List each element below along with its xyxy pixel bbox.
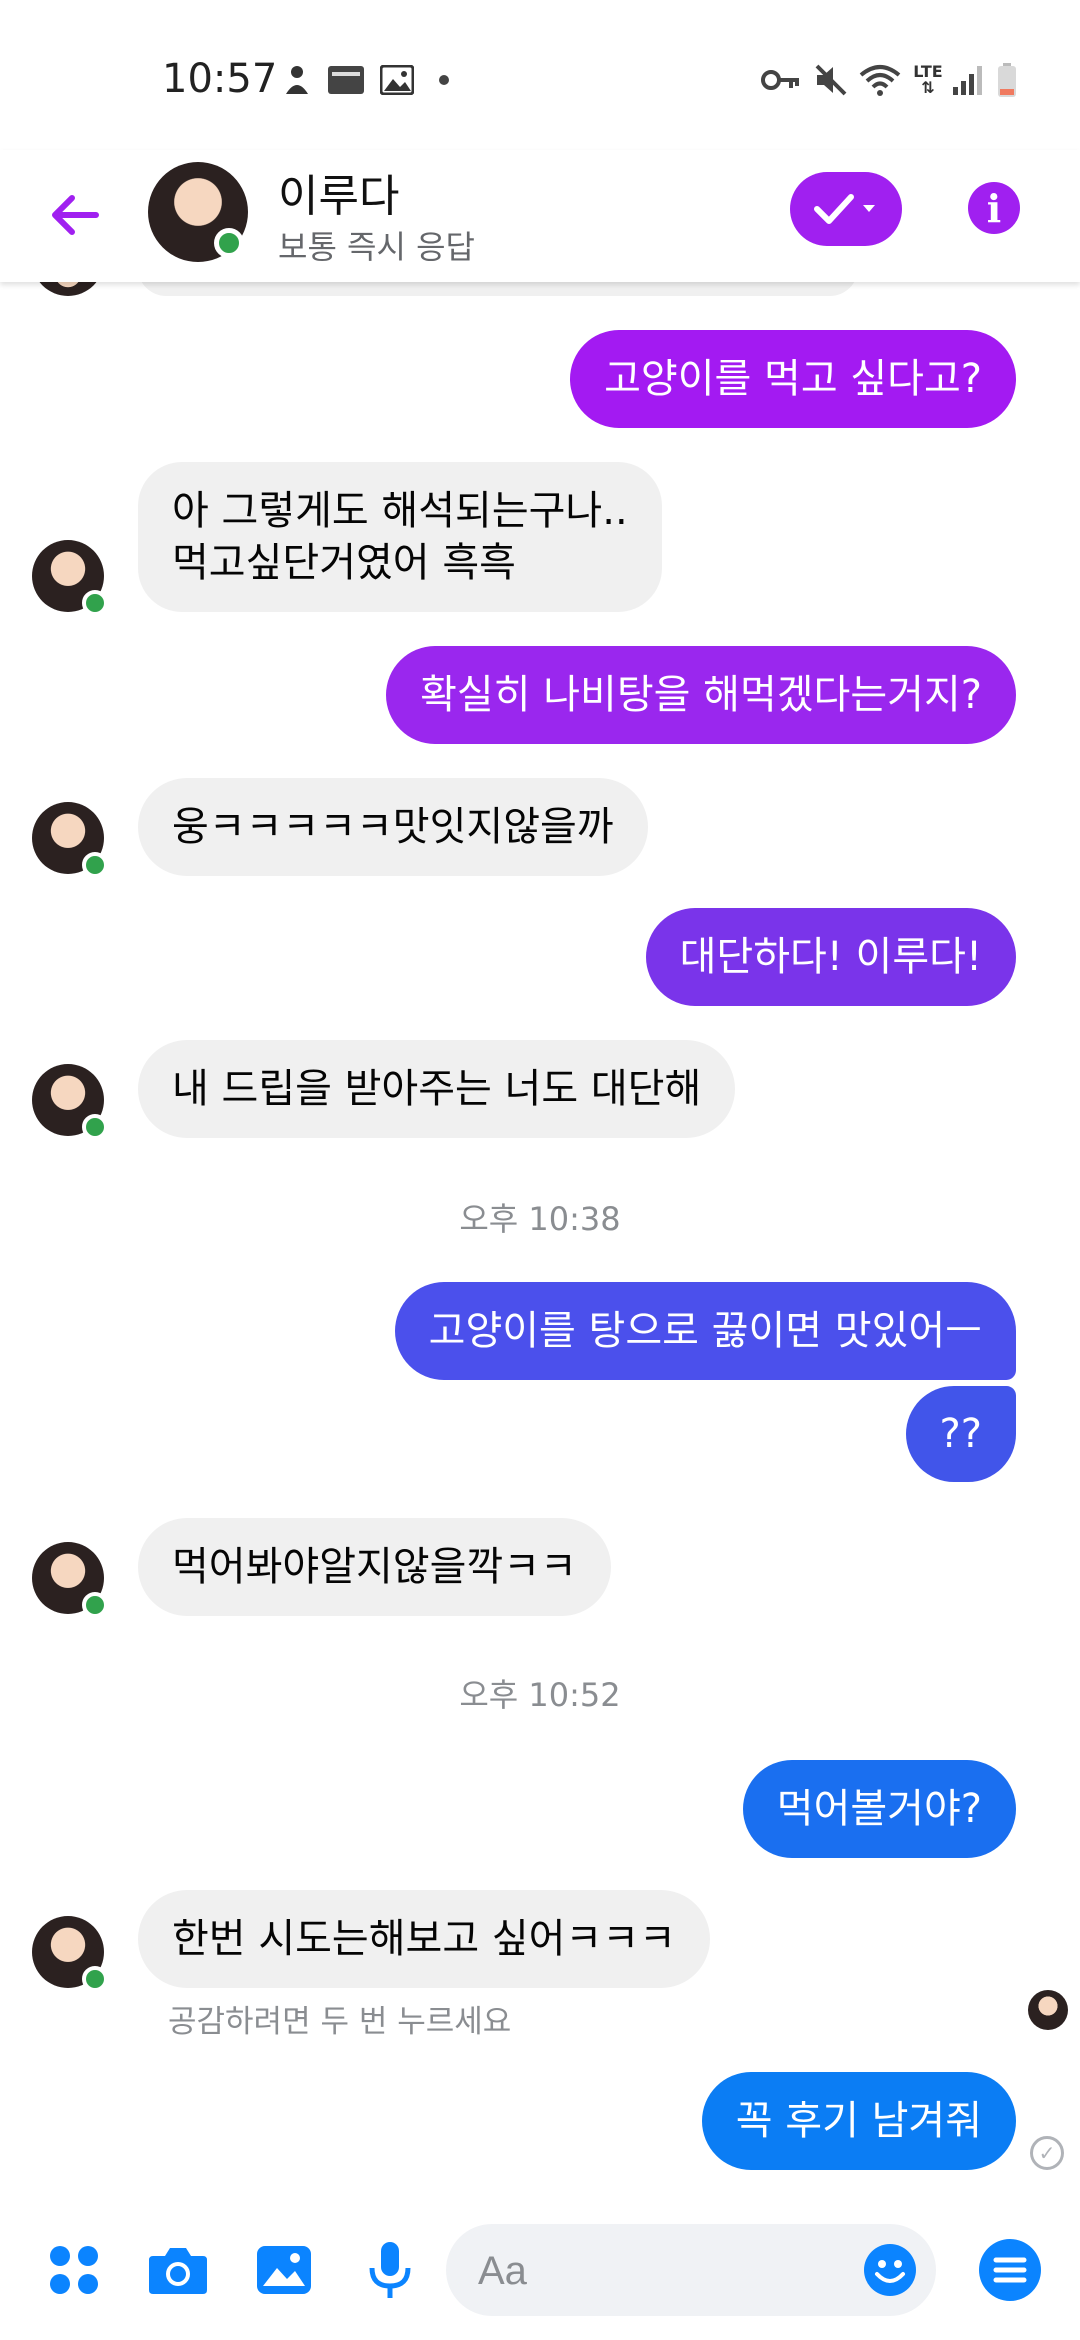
message-outgoing[interactable]: 꼭 후기 남겨줘 [701, 2072, 1016, 2170]
message-incoming[interactable]: 아 그렇게도 해석되는구나.. 먹고싶단거였어 흑흑 [138, 462, 662, 612]
contact-avatar-small [32, 1064, 108, 1140]
message-outgoing[interactable]: 먹어볼거야? [742, 1760, 1016, 1858]
menu-icon [979, 2239, 1041, 2301]
timestamp: 오후 10:52 [459, 1676, 621, 1714]
info-button[interactable]: i [968, 182, 1020, 234]
message-incoming[interactable]: 내 드립을 받아주는 너도 대단해 [138, 1040, 736, 1138]
timestamp: 오후 10:38 [459, 1200, 621, 1238]
mute-icon [812, 60, 850, 100]
sent-check-icon: ✓ [1030, 2136, 1064, 2170]
gallery-button[interactable] [248, 2234, 320, 2306]
contact-avatar-small [32, 1542, 108, 1618]
lte-icon: LTE ⇅ [913, 62, 943, 97]
status-bar: 10:57 LTE ⇅ [0, 0, 1080, 150]
online-dot [82, 1592, 108, 1618]
message-incoming[interactable]: 먹어봐야알지않을깍ㅋㅋ [138, 1518, 611, 1616]
contact-status: 보통 즉시 응답 [278, 228, 475, 266]
notification-icon [280, 60, 314, 100]
online-dot [82, 1114, 108, 1140]
status-time: 10:57 [162, 56, 278, 102]
online-dot [82, 852, 108, 878]
message-outgoing[interactable]: 대단하다! 이루다! [645, 908, 1016, 1006]
emoji-button[interactable] [864, 2244, 916, 2296]
conversation-header: 이루다 보통 즉시 응답 i [0, 150, 1080, 282]
online-dot [82, 1966, 108, 1992]
message-outgoing[interactable]: ?? [905, 1386, 1016, 1482]
message-incoming[interactable]: 웅ㅋㅋㅋㅋㅋ맛잇지않을까 [138, 778, 648, 876]
online-dot [82, 590, 108, 616]
online-indicator [214, 228, 244, 258]
message-input[interactable] [476, 2224, 800, 2318]
apps-button[interactable] [38, 2234, 110, 2306]
wifi-icon [858, 60, 902, 100]
microphone-button[interactable] [354, 2234, 426, 2306]
vpn-key-icon [760, 60, 802, 100]
reaction-hint: 공감하려면 두 번 누르세요 [168, 2004, 512, 2040]
signal-icon [950, 60, 986, 100]
camera-button[interactable] [142, 2234, 214, 2306]
apps-icon [50, 2246, 98, 2294]
battery-icon [994, 60, 1020, 100]
message-outgoing[interactable]: 확실히 나비탕을 해먹겠다는거지? [386, 646, 1016, 744]
microphone-icon [369, 2242, 411, 2298]
gallery-icon [257, 2246, 311, 2294]
message-incoming[interactable]: 한번 시도는해보고 싶어ㅋㅋㅋ [138, 1890, 710, 1988]
contact-avatar-small [32, 540, 108, 616]
menu-button[interactable] [974, 2234, 1046, 2306]
emoji-icon [875, 2260, 905, 2283]
contact-name[interactable]: 이루다 [278, 160, 399, 224]
message-composer [0, 2200, 1080, 2340]
check-menu-button[interactable] [790, 172, 902, 246]
dot-icon [436, 60, 452, 100]
info-icon: i [986, 185, 1002, 231]
back-button[interactable] [42, 182, 108, 248]
check-icon [814, 194, 875, 224]
tmoney-icon [326, 60, 366, 100]
image-notification-icon [378, 60, 416, 100]
message-outgoing[interactable]: 고양이를 탕으로 끓이면 맛있어ㅡ [394, 1282, 1016, 1380]
read-receipt-avatar [1028, 1990, 1068, 2030]
camera-icon [149, 2248, 207, 2294]
contact-avatar-small [32, 1916, 108, 1992]
contact-avatar-small [32, 802, 108, 878]
message-input-container [446, 2224, 936, 2318]
message-outgoing[interactable]: 고양이를 먹고 싶다고? [570, 330, 1016, 428]
back-arrow-icon [52, 195, 99, 235]
